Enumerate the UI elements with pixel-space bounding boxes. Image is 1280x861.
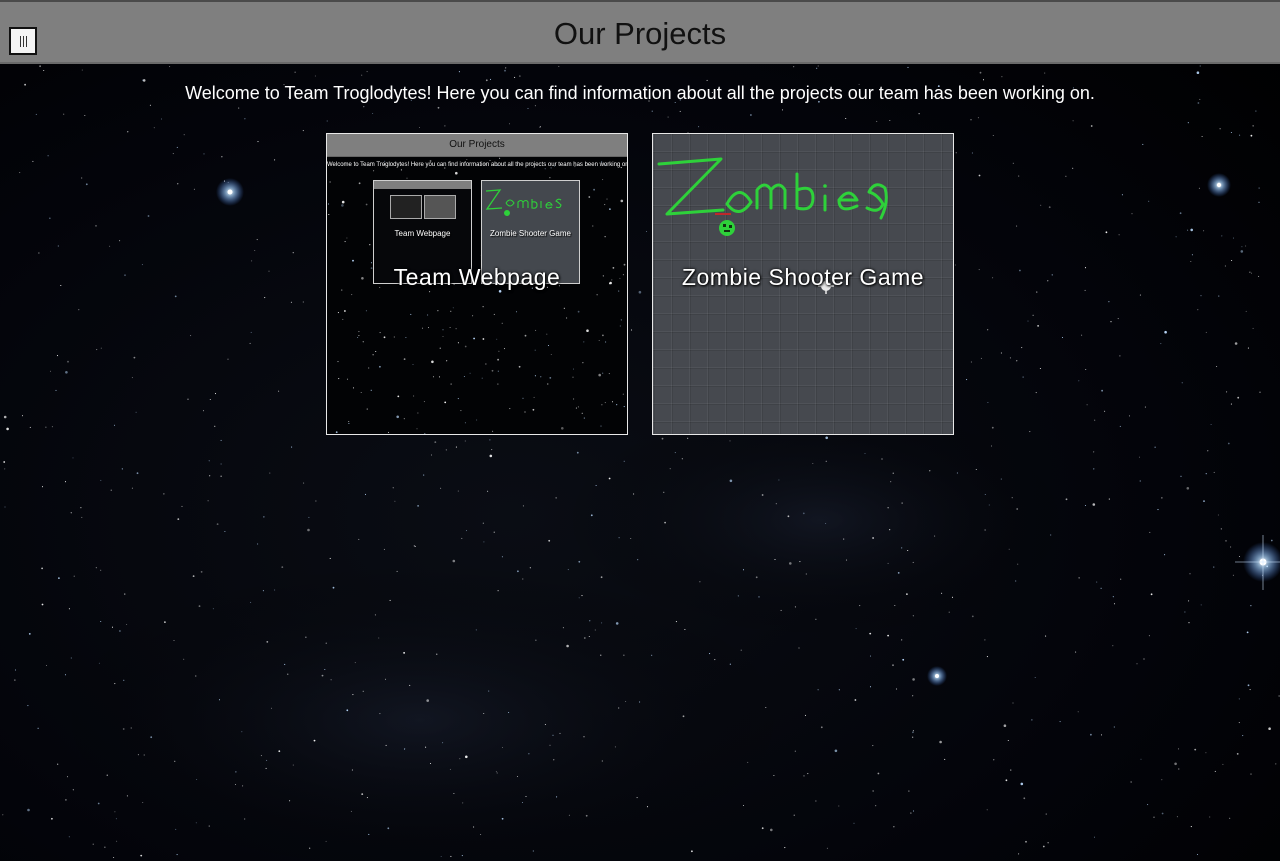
intro-text: Welcome to Team Troglodytes! Here you ca… [185, 83, 1095, 103]
thumbnail-card-label: Zombie Shooter Game [490, 229, 571, 238]
page: Our Projects Welcome to Team Troglodytes… [0, 0, 1280, 861]
project-card-label: Zombie Shooter Game [681, 264, 925, 290]
thumbnail-title: Our Projects [449, 139, 505, 150]
mini-card [390, 195, 422, 219]
thumbnail-intro: Welcome to Team Troglodytes! Here you ca… [327, 162, 628, 168]
thumbnail-header: Our Projects [327, 134, 627, 157]
mini-header [374, 181, 471, 189]
project-card-label: Team Webpage [393, 264, 561, 290]
thumbnail-card-label: Team Webpage [394, 229, 451, 238]
top-header-bar: Our Projects [0, 0, 1280, 64]
mini-card [424, 195, 456, 219]
page-title: Our Projects [553, 16, 727, 51]
starfield-background [2, 65, 1280, 861]
project-card-zombie-shooter-game[interactable]: Zombie Shooter Game [652, 133, 954, 435]
project-card-team-webpage[interactable]: Our Projects Welcome to Team Troglodytes… [326, 133, 628, 435]
